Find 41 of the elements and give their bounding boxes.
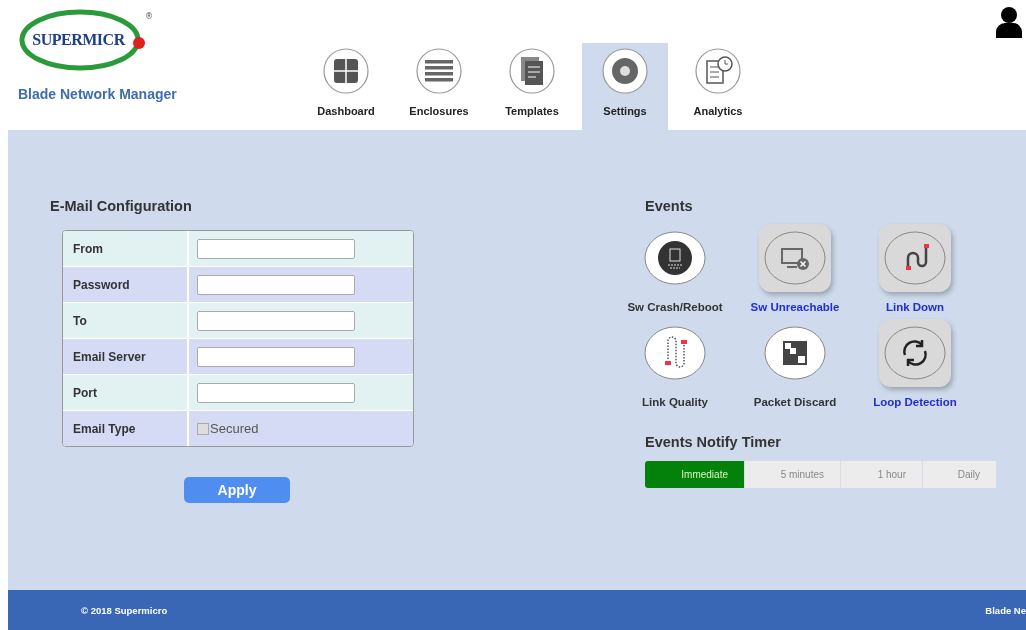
input-field[interactable] [197,238,355,259]
app-title: Blade Network Manager [18,86,178,102]
gear-icon [601,47,649,95]
input-field[interactable] [197,382,355,403]
checkbox[interactable] [197,422,209,435]
copyright: © 2018 Supermicro [81,604,168,616]
nav-tab[interactable]: Dashboard [303,43,389,130]
event-label: Sw Crash/Reboot [627,301,723,313]
nav-tab[interactable]: Enclosures [396,43,482,130]
input-field[interactable] [197,346,355,367]
event-label: Sw Unreachable [750,301,840,313]
nav-tab[interactable]: Analytics [675,43,761,130]
event-label: Packet Discard [753,396,837,408]
section-title: Events Notify Timer [645,434,782,450]
stacked-squares-icon [764,326,826,380]
cable-icon [884,231,946,285]
event-label: Link Quality [642,396,708,408]
document-crash-icon [644,231,706,285]
field-label: Email Type [63,411,189,446]
section-title: Events [645,198,694,214]
event-tile[interactable] [879,319,951,387]
user-icon[interactable] [996,6,1022,38]
nav-tab[interactable]: Settings [582,43,668,130]
event-label: Link Down [885,301,945,313]
nav-tab[interactable]: Templates [489,43,575,130]
event-tile[interactable] [759,224,831,292]
monitor-x-icon [764,231,826,285]
timer-option[interactable]: Immediate [645,461,745,488]
puzzle-icon [322,47,370,95]
section-title: E-Mail Configuration [50,198,193,214]
checkbox-label: Secured [210,421,259,436]
dotted-cable-icon [644,326,706,380]
input-field[interactable] [197,274,355,295]
event-tile[interactable] [879,224,951,292]
event-label: Loop Detection [873,396,957,408]
input-field[interactable] [197,310,355,331]
server-rack-icon [415,47,463,95]
documents-icon [508,47,556,95]
refresh-icon [884,326,946,380]
clipboard-clock-icon [694,47,742,95]
footer-text: Blade Ne [985,604,1026,616]
